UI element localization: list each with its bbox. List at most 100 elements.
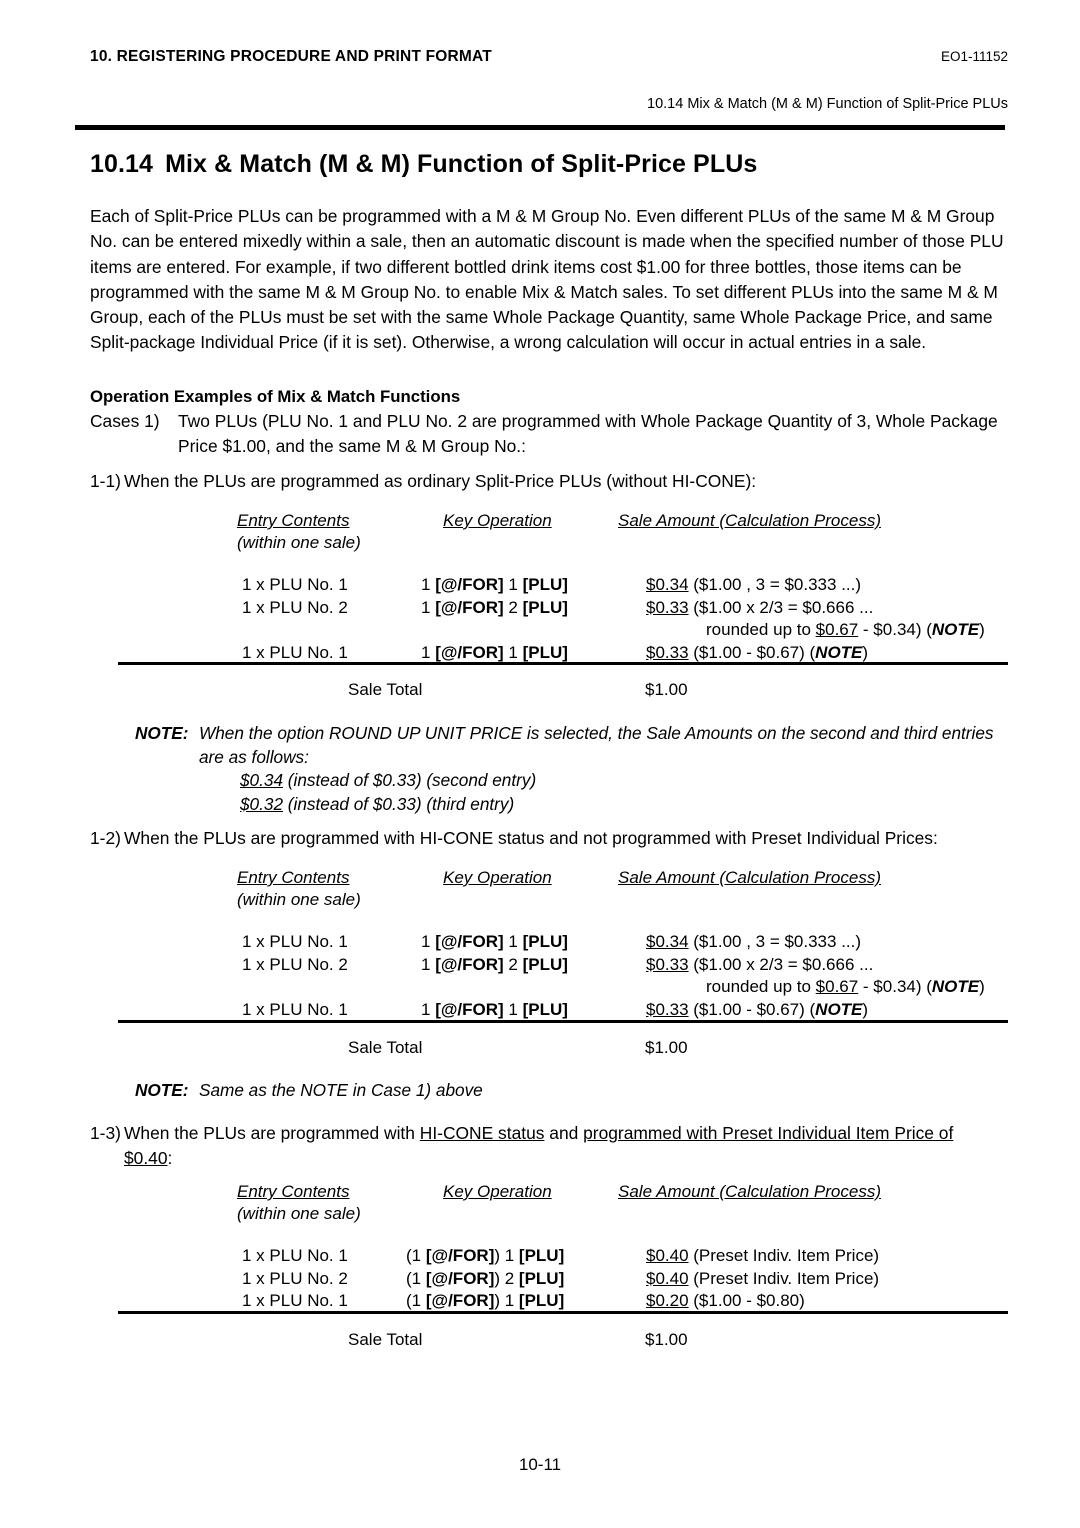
key-prefix: (1 [406,1291,426,1310]
cell-sale-amount: $0.20 ($1.00 - $0.80) [646,1291,805,1311]
case-1-1-text: When the PLUs are programmed as ordinary… [124,471,757,491]
intro-paragraph: Each of Split-Price PLUs can be programm… [90,206,1004,353]
case-1-1-line: 1-1) When the PLUs are programmed as ordi… [90,469,1020,494]
cell-sale-amount: $0.40 (Preset Indiv. Item Price) [646,1246,879,1266]
key-prefix: (1 [406,1246,426,1265]
cell-entry: 1 x PLU No. 1 [242,1291,348,1310]
amount-value: $0.67 [815,977,859,996]
calc-text: (Preset Indiv. Item Price) [688,1246,880,1265]
calc-text: ($1.00 , 3 = $0.333 ...) [688,575,862,594]
calc-tail: - $0.34) ( [858,620,932,639]
calc-text: ($1.00 x 2/3 = $0.666 ... [688,954,874,974]
case-1-3-tag: 1-3) [90,1123,121,1143]
note-ref: NOTE [815,642,863,662]
cell-sale-amount: $0.33 ($1.00 - $0.67) (NOTE) [646,1000,868,1020]
plu-key: [PLU] [522,575,568,594]
cases-label: Cases 1) [90,411,160,431]
table-header-row: Entry Contents (within one sale) Key Ope… [118,511,1008,559]
for-key: [@/FOR] [435,597,504,617]
amount-value: $0.34 [646,932,689,951]
header-running-subtitle: 10.14 Mix & Match (M & M) Function of Sp… [647,96,1008,112]
table-row: 1 x PLU No. 2 1 [@/FOR] 2 [PLU] $0.33 ($… [118,598,1008,621]
column-header-key-operation: Key Operation [443,868,552,887]
note-block-2: NOTE: Same as the NOTE in Case 1) above [135,1080,483,1101]
case-1-3-line: 1-3) When the PLUs are programmed with HI… [90,1121,1020,1172]
for-key: [@/FOR] [425,1291,495,1310]
note-subline: $0.32 (instead of $0.33) (third entry) [240,793,1015,817]
amount-value: $0.67 [815,620,859,639]
cell-entry: 1 x PLU No. 2 [242,1268,348,1288]
key-middle: 2 [503,597,523,617]
for-key: [@/FOR] [425,1268,495,1288]
calc-text: rounded up to [706,977,816,996]
plu-key: [PLU] [522,999,568,1019]
key-middle: ) 2 [494,1268,519,1288]
calc-text: ($1.00 x 2/3 = $0.666 ... [688,597,874,617]
cell-sale-amount-continued: rounded up to $0.67 - $0.34) (NOTE) [706,620,985,640]
note-text: When the option ROUND UP UNIT PRICE is s… [199,723,994,767]
key-prefix: 1 [421,597,436,617]
amount-value: $0.33 [646,597,689,617]
cell-key-operation: 1 [@/FOR] 2 [PLU] [421,598,568,618]
cell-entry: 1 x PLU No. 1 [242,999,348,1019]
column-header-entry-contents-sub: (within one sale) [237,1204,361,1223]
case-1-3-text: When the PLUs are programmed with HI-CON… [124,1121,1014,1172]
cell-sale-amount: $0.34 ($1.00 , 3 = $0.333 ...) [646,575,861,595]
table-row: 1 x PLU No. 1 1 [@/FOR] 1 [PLU] $0.33 ($… [118,1000,1008,1023]
note-sublines: $0.34 (instead of $0.33) (second entry) … [240,769,1015,816]
cell-entry: 1 x PLU No. 2 [242,597,348,617]
example-table-1-1: Entry Contents (within one sale) Key Ope… [118,511,1008,665]
table-1-2-bottom-rule [118,1020,1008,1023]
note-subline-text: (instead of $0.33) (third entry) [283,793,515,814]
table-body: 1 x PLU No. 1 (1 [@/FOR]) 1 [PLU] $0.40 … [118,1230,1008,1314]
table-body: 1 x PLU No. 1 1 [@/FOR] 1 [PLU] $0.34 ($… [118,559,1008,665]
column-header-entry-contents-sub: (within one sale) [237,533,361,552]
note-ref: NOTE [931,977,980,996]
note-text: Same as the NOTE in Case 1) above [199,1080,483,1100]
total-value: $1.00 [645,1330,688,1349]
note-ref: NOTE [931,620,980,639]
case-1-1-tag: 1-1) [90,471,121,491]
calc-close: ) [862,642,869,662]
table-header-row: Entry Contents (within one sale) Key Ope… [118,868,1008,916]
header-divider-rule [75,125,1005,130]
cases-entry: Cases 1) Two PLUs (PLU No. 1 and PLU No. … [90,409,1010,460]
calc-text: (Preset Indiv. Item Price) [688,1268,880,1288]
table-row: 1 x PLU No. 2 1 [@/FOR] 2 [PLU] $0.33 ($… [118,955,1008,978]
total-value: $1.00 [645,680,688,699]
amount-value: $0.33 [646,642,689,662]
case-1-3-text-pre: When the PLUs are programmed with [124,1123,420,1143]
header-document-code: EO1-11152 [940,49,1008,64]
cell-sale-amount: $0.33 ($1.00 - $0.67) (NOTE) [646,643,868,663]
total-value: $1.00 [645,1038,688,1057]
cell-key-operation: (1 [@/FOR]) 1 [PLU] [406,1291,564,1311]
table-body: 1 x PLU No. 1 1 [@/FOR] 1 [PLU] $0.34 ($… [118,916,1008,1022]
key-middle: 1 [503,999,523,1019]
key-middle: 1 [503,642,523,662]
plu-key: [PLU] [518,1268,565,1288]
cell-entry: 1 x PLU No. 2 [242,954,348,974]
cell-entry: 1 x PLU No. 1 [242,575,348,594]
key-middle: ) 1 [494,1246,519,1265]
page-footer: 10-11 [518,1455,562,1474]
amount-value: $0.40 [646,1268,689,1288]
note-label: NOTE: [135,1080,189,1100]
note-ref: NOTE [815,999,863,1019]
table-header-row: Entry Contents (within one sale) Key Ope… [118,1182,1008,1230]
note-block-1: NOTE: When the option ROUND UP UNIT PRICE… [135,722,1015,816]
table-row-continuation: rounded up to $0.67 - $0.34) (NOTE) [118,620,1008,643]
case-1-2-tag: 1-2) [90,828,121,848]
plu-key: [PLU] [522,642,568,662]
operation-examples-heading: Operation Examples of Mix & Match Functi… [90,387,461,406]
plu-key: [PLU] [522,932,568,951]
calc-text: ($1.00 , 3 = $0.333 ...) [688,932,862,951]
running-header: 10. REGISTERING PROCEDURE AND PRINT FORM… [90,48,1008,66]
column-header-sale-amount: Sale Amount (Calculation Process) [618,1182,881,1201]
plu-key: [PLU] [522,597,568,617]
total-label: Sale Total [348,1330,423,1349]
case-1-2-text: When the PLUs are programmed with HI-CON… [124,828,938,848]
calc-tail: - $0.34) ( [858,977,932,996]
for-key: [@/FOR] [435,932,504,951]
note-subline: $0.34 (instead of $0.33) (second entry) [240,769,1015,793]
cell-key-operation: 1 [@/FOR] 1 [PLU] [421,643,568,663]
